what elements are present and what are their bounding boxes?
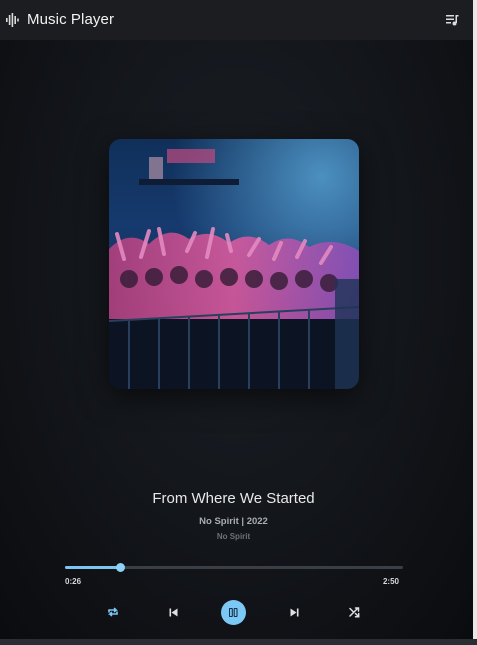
pause-icon (229, 608, 238, 617)
album-artwork (109, 139, 359, 389)
skip-previous-icon[interactable] (169, 608, 178, 617)
current-time: 0:26 (65, 577, 82, 586)
skip-next-icon[interactable] (290, 608, 299, 617)
shuffle-icon[interactable] (349, 607, 360, 618)
total-time: 2:50 (382, 577, 399, 586)
progress-fill (65, 566, 121, 569)
progress-thumb[interactable] (116, 563, 126, 572)
concert-crowd-image (109, 139, 359, 389)
track-meta: No Spirit | 2022 (199, 516, 268, 527)
waveform-icon (6, 13, 19, 27)
progress-bar[interactable] (65, 563, 403, 572)
top-bar: Music Player (0, 0, 473, 40)
track-title: From Where We Started (152, 490, 315, 507)
repeat-icon[interactable] (107, 606, 119, 618)
pause-button[interactable] (221, 600, 246, 625)
track-artist: No Spirit (216, 532, 251, 541)
music-player-app: Music Player From Where We Started No Sp… (0, 0, 473, 639)
app-title: Music Player (27, 11, 115, 28)
window-bottom-edge (0, 639, 477, 645)
window-edge (473, 0, 477, 645)
playlist-icon[interactable] (445, 13, 459, 27)
